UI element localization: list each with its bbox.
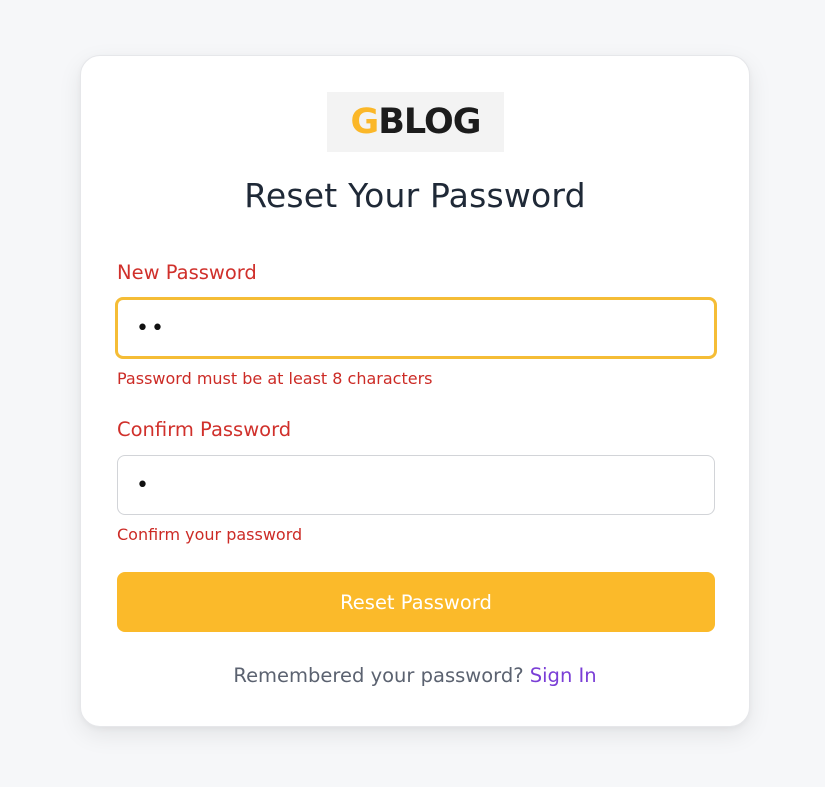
footer-text: Remembered your password? Sign In: [81, 664, 749, 687]
new-password-value: ••: [136, 315, 166, 341]
confirm-password-label: Confirm Password: [117, 418, 292, 441]
sign-in-link[interactable]: Sign In: [530, 664, 597, 687]
new-password-input[interactable]: ••: [115, 297, 717, 359]
reset-password-button[interactable]: Reset Password: [117, 572, 715, 632]
logo-letter-g: G: [350, 102, 380, 142]
new-password-error: Password must be at least 8 characters: [117, 369, 433, 388]
logo-text: BLOG: [378, 102, 481, 142]
gblog-logo: G BLOG: [327, 92, 504, 152]
confirm-password-input[interactable]: •: [117, 455, 715, 515]
confirm-password-value: •: [136, 472, 151, 498]
footer-prompt: Remembered your password?: [233, 664, 524, 687]
reset-password-card: G BLOG Reset Your Password New Password •…: [80, 55, 750, 727]
confirm-password-error: Confirm your password: [117, 525, 303, 544]
page-title: Reset Your Password: [244, 176, 586, 215]
new-password-label: New Password: [117, 261, 257, 284]
